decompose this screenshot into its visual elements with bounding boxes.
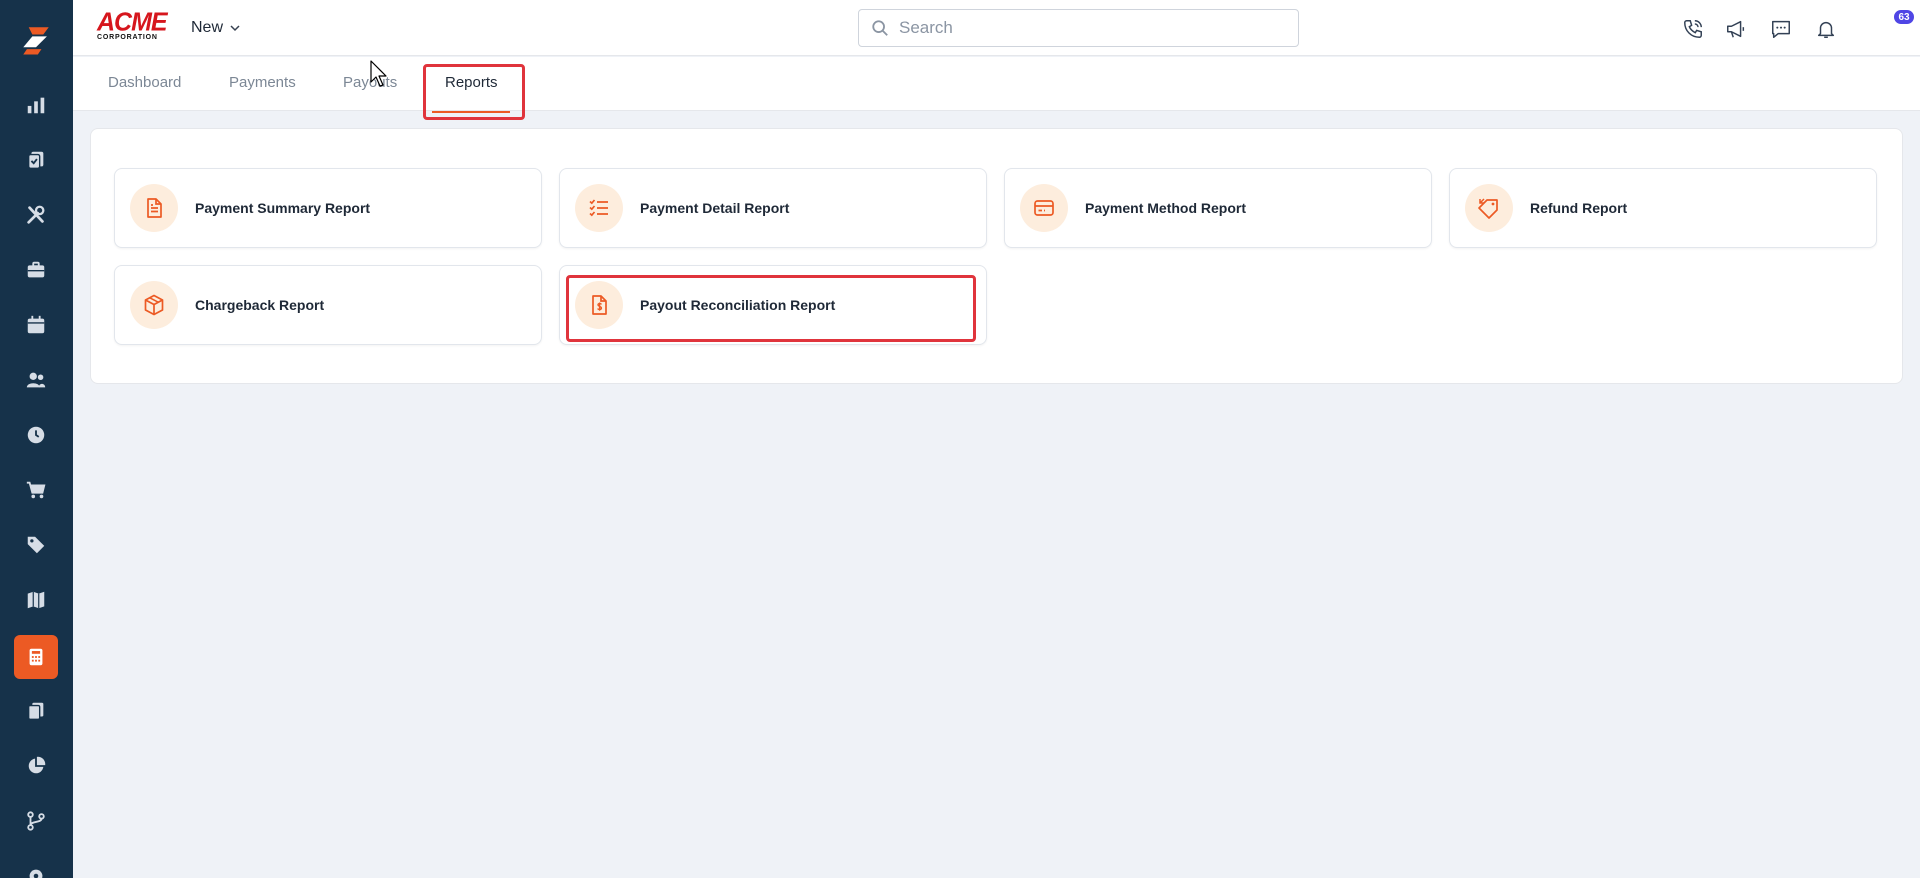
report-card-label: Payment Summary Report xyxy=(195,200,371,216)
app-logo-icon[interactable] xyxy=(14,18,58,62)
search-input[interactable] xyxy=(899,18,1279,38)
report-card-label: Chargeback Report xyxy=(195,297,325,313)
tab-payments[interactable]: Payments xyxy=(229,74,296,91)
tab-highlight-box xyxy=(423,64,525,120)
new-label: New xyxy=(191,19,224,36)
credit-card-icon xyxy=(1020,184,1068,232)
pie-chart-icon[interactable] xyxy=(14,744,58,788)
new-dropdown-button[interactable]: New xyxy=(191,16,241,40)
tools-icon[interactable] xyxy=(14,193,58,237)
calculator-icon[interactable] xyxy=(14,635,58,679)
document-icon xyxy=(130,184,178,232)
notification-badge: 63 xyxy=(1893,9,1915,25)
brand-logo[interactable]: ACME CORPORATION xyxy=(97,7,169,43)
brand-name: ACME xyxy=(97,7,168,37)
chat-icon[interactable] xyxy=(1768,16,1794,42)
report-card-label: Refund Report xyxy=(1530,200,1628,216)
documents-icon[interactable] xyxy=(14,689,58,733)
clock-icon[interactable] xyxy=(14,413,58,457)
search-box[interactable] xyxy=(858,9,1299,47)
search-icon xyxy=(872,20,888,36)
report-card-payment-detail[interactable]: Payment Detail Report xyxy=(559,168,987,248)
map-icon[interactable] xyxy=(14,578,58,622)
report-card-label: Payment Method Report xyxy=(1085,200,1247,216)
report-card-payment-method[interactable]: Payment Method Report xyxy=(1004,168,1432,248)
clipboard-check-icon[interactable] xyxy=(14,138,58,182)
sidebar xyxy=(0,0,73,878)
report-card-refund[interactable]: Refund Report xyxy=(1449,168,1877,248)
phone-icon[interactable] xyxy=(1680,16,1706,42)
briefcase-icon[interactable] xyxy=(14,248,58,292)
megaphone-icon[interactable] xyxy=(1723,16,1749,42)
box-icon xyxy=(130,281,178,329)
chevron-down-icon xyxy=(230,25,240,32)
mouse-cursor-icon xyxy=(370,60,387,87)
report-card-chargeback[interactable]: Chargeback Report xyxy=(114,265,542,345)
card-highlight-box xyxy=(566,275,976,342)
top-header: ACME CORPORATION New 63 xyxy=(73,0,1920,56)
gear-icon[interactable] xyxy=(14,854,58,878)
branch-icon[interactable] xyxy=(14,799,58,843)
calendar-icon[interactable] xyxy=(14,303,58,347)
tag-return-icon xyxy=(1465,184,1513,232)
checklist-icon xyxy=(575,184,623,232)
report-card-payment-summary[interactable]: Payment Summary Report xyxy=(114,168,542,248)
tag-icon[interactable] xyxy=(14,523,58,567)
users-icon[interactable] xyxy=(14,358,58,402)
reports-panel xyxy=(90,128,1903,384)
cart-icon[interactable] xyxy=(14,468,58,512)
bell-icon[interactable] xyxy=(1813,16,1839,42)
report-card-label: Payment Detail Report xyxy=(640,200,790,216)
bar-chart-icon[interactable] xyxy=(14,83,58,127)
tab-bar: Dashboard Payments Payouts Reports xyxy=(73,57,1920,111)
tab-dashboard[interactable]: Dashboard xyxy=(108,74,181,91)
